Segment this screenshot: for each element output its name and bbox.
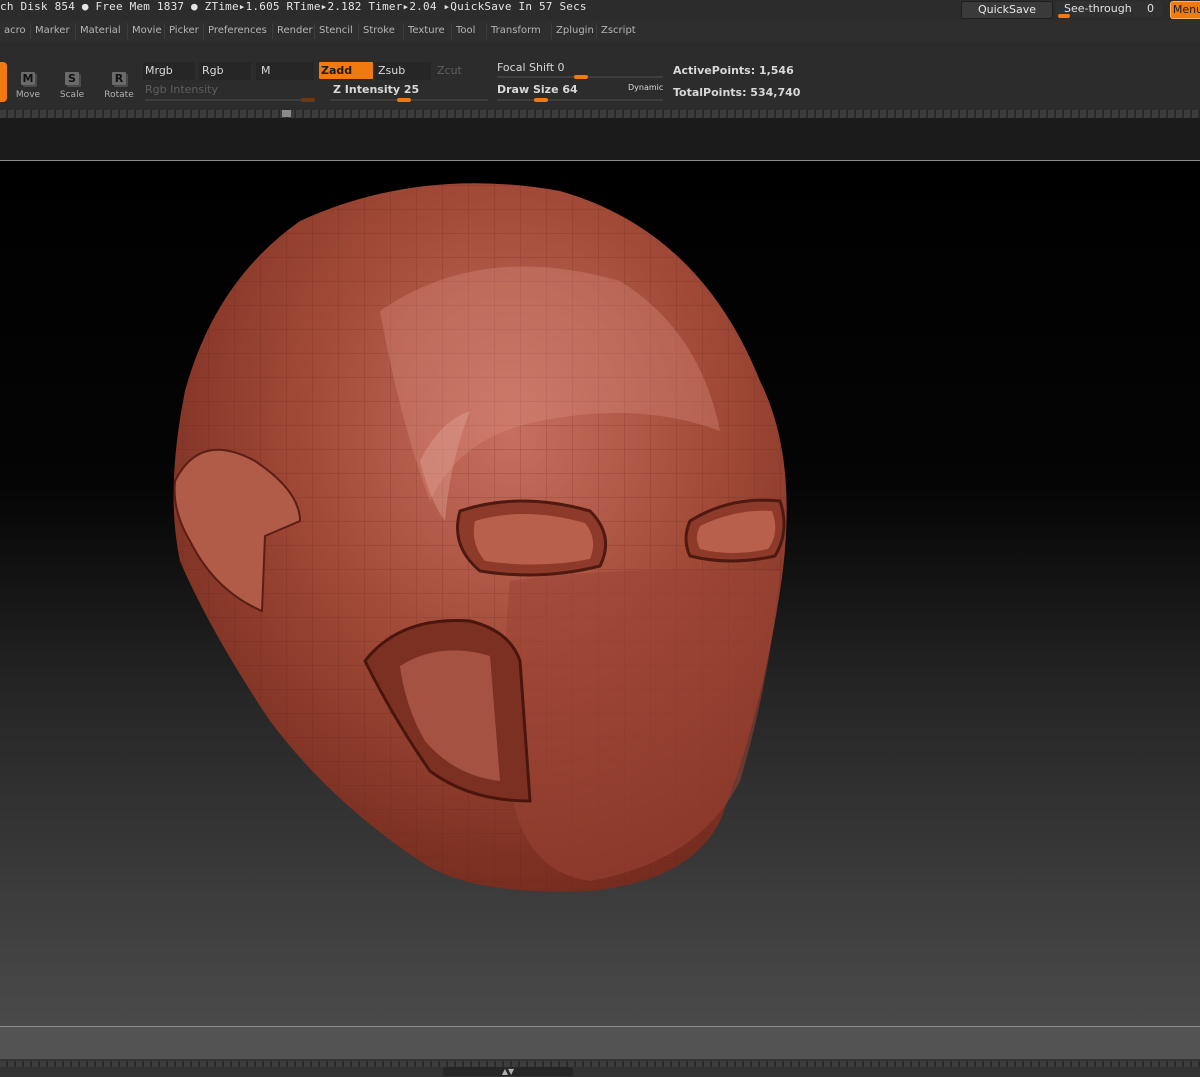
total-points-readout: TotalPoints: 534,740 [673,86,801,99]
menu-picker[interactable]: Picker [164,23,199,39]
m-button[interactable]: M [261,64,271,77]
menu-render[interactable]: Render [272,23,313,39]
draw-size-track [497,99,663,101]
status-readout: ch Disk 854 ● Free Mem 1837 ● ZTime▸1.60… [0,0,587,13]
draw-size-slider[interactable]: Draw Size 64 [497,83,578,96]
mask-plate [505,569,780,881]
draw-size-knob[interactable] [534,98,548,102]
menu-stroke[interactable]: Stroke [358,23,395,39]
menu-marker[interactable]: Marker [30,23,70,39]
focal-shift-slider[interactable]: Focal Shift 0 [497,61,565,74]
menu-stencil[interactable]: Stencil [314,23,353,39]
menu-preferences[interactable]: Preferences [203,23,267,39]
rotate-icon: R [112,72,126,85]
menu-movie[interactable]: Movie [127,23,162,39]
focal-shift-knob[interactable] [574,75,588,79]
zcut-button[interactable]: Zcut [437,64,462,77]
menu-transform[interactable]: Transform [486,23,541,39]
rotate-label: Rotate [104,90,134,100]
up-down-arrows-icon[interactable]: ▲▼ [443,1067,573,1076]
move-tool[interactable]: M Move [8,67,48,100]
see-through-knob[interactable] [1058,14,1070,18]
menus-toggle-button[interactable]: Menu [1170,1,1200,19]
rgb-intensity-knob[interactable] [301,98,315,102]
see-through-value: 0 [1147,2,1154,15]
move-icon: M [21,72,35,85]
menu-tool[interactable]: Tool [451,23,475,39]
bottom-divider[interactable] [0,1061,1200,1067]
active-points-readout: ActivePoints: 1,546 [673,64,794,77]
menu-macro[interactable]: acro [0,23,26,39]
menu-zplugin[interactable]: Zplugin [551,23,594,39]
menu-zscript[interactable]: Zscript [596,23,636,39]
dynamic-toggle[interactable]: Dynamic [628,83,663,92]
move-label: Move [15,90,41,100]
see-through-label: See-through [1064,2,1132,15]
rgb-intensity-slider[interactable]: Rgb Intensity [145,83,218,96]
rotate-tool[interactable]: R Rotate [99,67,139,100]
shelf-gap [0,118,1200,160]
mrgb-button[interactable]: Mrgb [145,64,173,77]
shelf-divider-handle[interactable] [282,110,291,117]
z-intensity-knob[interactable] [397,98,411,102]
rgb-button[interactable]: Rgb [202,64,224,77]
document-canvas[interactable] [0,160,1200,1026]
zadd-button[interactable]: Zadd [319,62,373,79]
scale-label: Scale [59,90,85,100]
scale-tool[interactable]: S Scale [52,67,92,100]
z-intensity-slider[interactable]: Z Intensity 25 [333,83,419,96]
menu-bar: acro Marker Material Movie Picker Prefer… [0,20,1200,42]
quicksave-button[interactable]: QuickSave [961,1,1053,19]
zsub-button[interactable]: Zsub [378,64,405,77]
bottom-tray [0,1027,1200,1059]
shelf-divider[interactable] [0,110,1200,118]
rgb-intensity-track [145,99,315,101]
see-through-slider[interactable]: See-through 0 [1056,1,1162,18]
menu-texture[interactable]: Texture [403,23,445,39]
top-shelf [0,42,1200,120]
menu-material[interactable]: Material [75,23,121,39]
scale-icon: S [65,72,79,85]
draw-mode-button[interactable] [0,62,7,102]
helmet-model[interactable] [0,161,1200,1026]
title-bar: ch Disk 854 ● Free Mem 1837 ● ZTime▸1.60… [0,0,1200,20]
